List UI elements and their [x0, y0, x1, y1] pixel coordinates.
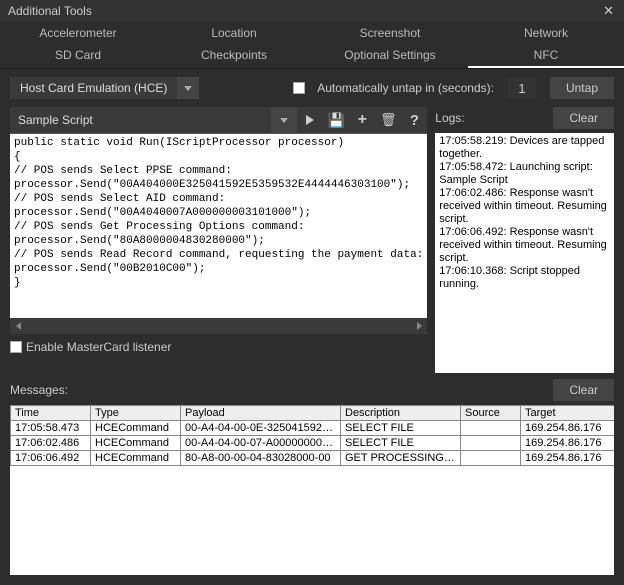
mc-listener-checkbox[interactable] — [10, 341, 22, 353]
script-dropdown-icon[interactable] — [271, 107, 297, 133]
table-header-row: TimeTypePayloadDescriptionSourceTarget — [11, 406, 615, 421]
messages-table: TimeTypePayloadDescriptionSourceTarget 1… — [10, 405, 614, 466]
log-entry: 17:05:58.472: Launching script: Sample S… — [439, 161, 610, 187]
table-cell: SELECT FILE — [341, 436, 461, 451]
column-header[interactable]: Source — [461, 406, 521, 421]
add-icon[interactable]: + — [349, 107, 375, 133]
column-header[interactable]: Time — [11, 406, 91, 421]
logs-body[interactable]: 17:05:58.219: Devices are tapped togethe… — [435, 133, 614, 373]
column-header[interactable]: Description — [341, 406, 461, 421]
clear-messages-button[interactable]: Clear — [553, 379, 614, 401]
log-entry: 17:06:10.368: Script stopped running. — [439, 265, 610, 291]
logs-pane: Logs: Clear 17:05:58.219: Devices are ta… — [435, 107, 614, 373]
table-cell: 00-A4-04-00-07-A0000000031010-0 — [181, 436, 341, 451]
tab-row-1: Accelerometer Location Screenshot Networ… — [0, 22, 624, 44]
log-entry: 17:06:06.492: Response wasn't received w… — [439, 226, 610, 265]
table-row[interactable]: 17:06:06.492HCECommand80-A8-00-00-04-830… — [11, 451, 615, 466]
table-cell: GET PROCESSING OPTIONS — [341, 451, 461, 466]
tab-optional-settings[interactable]: Optional Settings — [312, 44, 468, 68]
messages-section: Messages: Clear TimeTypePayloadDescripti… — [0, 373, 624, 585]
hce-select-label: Host Card Emulation (HCE) — [10, 81, 177, 95]
tab-network[interactable]: Network — [468, 22, 624, 44]
tabs-container: Accelerometer Location Screenshot Networ… — [0, 22, 624, 69]
scroll-right-icon[interactable] — [411, 318, 427, 334]
mc-listener-row: Enable MasterCard listener — [10, 334, 427, 360]
table-cell — [461, 421, 521, 436]
table-cell: 00-A4-04-00-0E-325041592E5359S — [181, 421, 341, 436]
window-title: Additional Tools — [8, 4, 92, 18]
table-cell: 17:06:02.486 — [11, 436, 91, 451]
table-cell: HCECommand — [91, 421, 181, 436]
messages-label: Messages: — [10, 383, 68, 397]
log-entry: 17:05:58.219: Devices are tapped togethe… — [439, 135, 610, 161]
table-cell: 169.254.86.176 — [521, 451, 615, 466]
clear-logs-button[interactable]: Clear — [553, 107, 614, 129]
tab-sd-card[interactable]: SD Card — [0, 44, 156, 68]
horizontal-scrollbar[interactable] — [10, 318, 427, 334]
log-entry: 17:06:02.486: Response wasn't received w… — [439, 187, 610, 226]
column-header[interactable]: Payload — [181, 406, 341, 421]
column-header[interactable]: Target — [521, 406, 615, 421]
close-icon[interactable]: ✕ — [597, 3, 620, 19]
table-cell: HCECommand — [91, 451, 181, 466]
table-cell: 169.254.86.176 — [521, 436, 615, 451]
tab-accelerometer[interactable]: Accelerometer — [0, 22, 156, 44]
chevron-down-icon[interactable] — [177, 77, 199, 99]
tab-screenshot[interactable]: Screenshot — [312, 22, 468, 44]
script-toolbar: Sample Script 💾 + 🗑 ? — [10, 107, 427, 133]
table-cell — [461, 436, 521, 451]
table-cell: 17:06:06.492 — [11, 451, 91, 466]
auto-untap-label: Automatically untap in (seconds): — [317, 81, 494, 95]
table-cell: 169.254.86.176 — [521, 421, 615, 436]
table-cell: 80-A8-00-00-04-83028000-00 — [181, 451, 341, 466]
table-cell — [461, 451, 521, 466]
mc-listener-label: Enable MasterCard listener — [26, 340, 171, 354]
help-icon[interactable]: ? — [401, 107, 427, 133]
script-code-editor[interactable]: public static void Run(IScriptProcessor … — [10, 133, 427, 318]
auto-untap-checkbox[interactable] — [293, 82, 305, 94]
scroll-left-icon[interactable] — [10, 318, 26, 334]
table-row[interactable]: 17:06:02.486HCECommand00-A4-04-00-07-A00… — [11, 436, 615, 451]
auto-untap-seconds-input[interactable] — [508, 78, 536, 98]
untap-button[interactable]: Untap — [550, 77, 614, 99]
table-cell: SELECT FILE — [341, 421, 461, 436]
column-header[interactable]: Type — [91, 406, 181, 421]
titlebar: Additional Tools ✕ — [0, 0, 624, 22]
play-icon[interactable] — [297, 107, 323, 133]
save-icon[interactable]: 💾 — [323, 107, 349, 133]
trash-icon[interactable]: 🗑 — [375, 107, 401, 133]
tab-row-2: SD Card Checkpoints Optional Settings NF… — [0, 44, 624, 68]
table-row[interactable]: 17:05:58.473HCECommand00-A4-04-00-0E-325… — [11, 421, 615, 436]
script-name-label: Sample Script — [10, 113, 271, 127]
tab-nfc[interactable]: NFC — [468, 44, 624, 68]
hce-select[interactable]: Host Card Emulation (HCE) — [10, 77, 199, 99]
logs-label: Logs: — [435, 111, 464, 125]
hce-controls: Host Card Emulation (HCE) Automatically … — [0, 69, 624, 107]
script-pane: Sample Script 💾 + 🗑 ? public static void… — [10, 107, 427, 373]
table-cell: 17:05:58.473 — [11, 421, 91, 436]
tab-checkpoints[interactable]: Checkpoints — [156, 44, 312, 68]
tab-location[interactable]: Location — [156, 22, 312, 44]
messages-table-wrap[interactable]: TimeTypePayloadDescriptionSourceTarget 1… — [10, 405, 614, 575]
table-cell: HCECommand — [91, 436, 181, 451]
